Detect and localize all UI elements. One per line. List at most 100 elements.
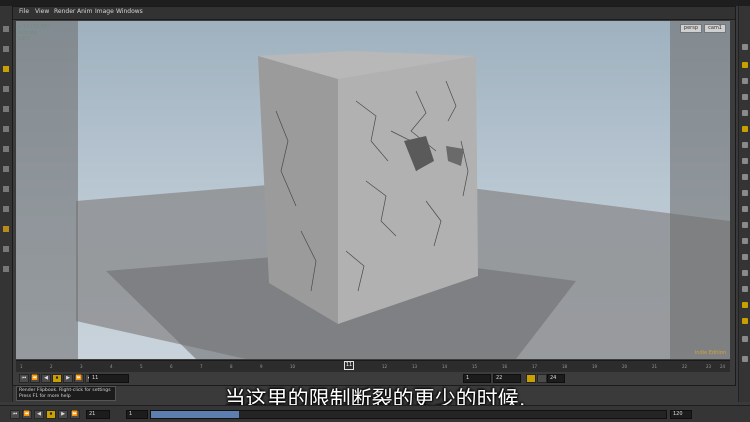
tool-icon[interactable] [742,44,748,50]
shelf-tool-icon[interactable] [3,266,9,272]
viewport-hud: p 11 (15:55) sort tpx pdf f [18,24,49,42]
viewport-right-margin [670,21,730,359]
tool-icon[interactable] [742,206,748,212]
range-lock-icon[interactable] [526,374,536,383]
menu-anim[interactable]: Anim [77,8,92,15]
jump-start-button[interactable]: ⏮ [19,374,29,383]
tool-icon[interactable] [742,110,748,116]
viewport-left-margin [16,21,78,359]
play-button[interactable]: ▶ [63,374,73,383]
shelf-tool-icon[interactable] [3,126,9,132]
timeline-tick: 24 [720,364,726,369]
shelf-tool-icon[interactable] [3,86,9,92]
tool-icon[interactable] [742,142,748,148]
tool-icon[interactable] [742,94,748,100]
timeline-tick: 13 [412,364,418,369]
timeline-tick: 10 [290,364,296,369]
scene-viewport[interactable]: p 11 (15:55) sort tpx pdf f persp cam1 I… [16,21,730,359]
step-back-button[interactable]: ⏪ [30,374,40,383]
shelf-tool-icon[interactable] [3,26,9,32]
shelf-tool-icon[interactable] [3,226,9,232]
timeline-tick: 17 [532,364,538,369]
right-toolbar [738,6,750,402]
tool-icon[interactable] [742,62,748,68]
timeline-tick: 7 [200,364,203,369]
timeline-tick: 4 [110,364,113,369]
tool-icon[interactable] [742,254,748,260]
timeline-tick: 20 [622,364,628,369]
timeline-tick: 2 [50,364,53,369]
tool-icon[interactable] [742,318,748,324]
current-frame-marker[interactable]: 11 [344,361,354,370]
shelf-tool-icon[interactable] [3,206,9,212]
timeline-tick: 8 [230,364,233,369]
end-frame-field[interactable]: 22 [493,374,521,383]
global-end-field[interactable]: 24 [547,374,565,383]
menu-view[interactable]: View [35,8,49,15]
tool-icon[interactable] [742,174,748,180]
global-playbar: ⏮ ⏪ ◀ ⏹ ▶ ⏩ 21 1 120 [0,405,750,422]
shelf-tool-icon[interactable] [3,66,9,72]
persp-button[interactable]: persp [679,24,702,33]
timeline-tick: 6 [170,364,173,369]
tool-icon[interactable] [742,238,748,244]
tool-icon[interactable] [742,78,748,84]
menu-bar: File View Render Anim Image Windows [13,7,735,20]
timeline-tick: 9 [260,364,263,369]
play-reverse-button[interactable]: ◀ [41,374,51,383]
frame-field[interactable]: 11 [89,374,129,383]
timeline-tick: 16 [502,364,508,369]
menu-windows[interactable]: Windows [116,8,143,15]
menu-file[interactable]: File [19,8,29,15]
jump-start-button[interactable]: ⏮ [10,410,20,419]
timeline-tick: 23 [706,364,712,369]
camera-button[interactable]: cam1 [704,24,726,33]
stop-button[interactable]: ⏹ [46,410,56,419]
timeline-tick: 21 [652,364,658,369]
step-back-button[interactable]: ⏪ [22,410,32,419]
tool-icon[interactable] [742,336,748,342]
shelf-tool-icon[interactable] [3,146,9,152]
play-button[interactable]: ▶ [58,410,68,419]
stop-button[interactable]: ⏹ [52,374,62,383]
shelf-tool-icon[interactable] [3,186,9,192]
timeline-tick: 12 [382,364,388,369]
timeline-tick: 15 [472,364,478,369]
range-icon[interactable] [537,374,547,383]
tool-icon[interactable] [742,302,748,308]
frame-scrubber[interactable] [150,410,667,419]
timeline-tick: 18 [562,364,568,369]
tool-icon[interactable] [742,190,748,196]
menu-render[interactable]: Render [54,8,75,15]
shelf-tool-icon[interactable] [3,106,9,112]
tool-icon[interactable] [742,286,748,292]
timeline-tick: 14 [442,364,448,369]
hud-line: pdf f [18,36,30,42]
tool-icon[interactable] [742,158,748,164]
step-forward-button[interactable]: ⏩ [74,374,84,383]
timeline-tick: 5 [140,364,143,369]
timeline-tick: 1 [20,364,23,369]
timeline-tick: 3 [80,364,83,369]
start-frame-field[interactable]: 1 [463,374,491,383]
viewer-window: File View Render Anim Image Windows p 11… [12,6,736,386]
tool-icon[interactable] [742,126,748,132]
shelf-tool-icon[interactable] [3,166,9,172]
scene-render [16,21,730,359]
timeline-tick: 22 [682,364,688,369]
play-reverse-button[interactable]: ◀ [34,410,44,419]
timeline-tick: 19 [592,364,598,369]
menu-image[interactable]: Image [95,8,114,15]
tool-icon[interactable] [742,356,748,362]
frame-field[interactable]: 21 [86,410,110,419]
shelf-tool-icon[interactable] [3,46,9,52]
tool-icon[interactable] [742,222,748,228]
tool-icon[interactable] [742,270,748,276]
step-forward-button[interactable]: ⏩ [70,410,80,419]
shelf-tool-icon[interactable] [3,246,9,252]
houdini-app: File View Render Anim Image Windows p 11… [0,0,750,422]
end-frame-field[interactable]: 120 [670,410,692,419]
edition-label: Indie Edition [694,350,726,356]
scrub-progress [151,411,239,418]
start-frame-field[interactable]: 1 [126,410,148,419]
